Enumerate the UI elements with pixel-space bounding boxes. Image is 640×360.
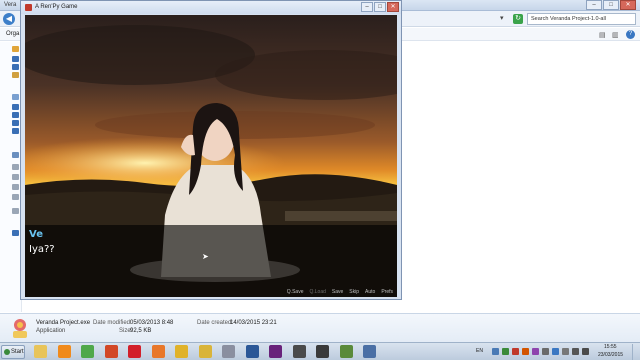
- app3-tray-icon[interactable]: [542, 348, 549, 355]
- drive-c-icon[interactable]: [12, 164, 19, 170]
- update-tray-icon[interactable]: [512, 348, 519, 355]
- start-label: Start: [11, 349, 24, 355]
- preview-pane-icon[interactable]: ▥: [612, 31, 619, 39]
- battery-tray-icon[interactable]: [582, 348, 589, 355]
- quick-save-button[interactable]: Q.Save: [287, 289, 304, 295]
- navigation-pane: [0, 42, 22, 312]
- visual-studio-icon[interactable]: [269, 345, 282, 358]
- dialogue-box[interactable]: [25, 225, 397, 297]
- date-modified-value: 05/03/2013 8:48: [130, 320, 174, 326]
- auto-button[interactable]: Auto: [365, 289, 375, 295]
- clock-time[interactable]: 15:55: [604, 344, 617, 350]
- app-yellow-icon[interactable]: [198, 345, 212, 358]
- app-tray-icon[interactable]: [522, 348, 529, 355]
- videos-icon[interactable]: [12, 128, 19, 134]
- flag-tray-icon[interactable]: [562, 348, 569, 355]
- game-window-title: A Ren'Py Game: [35, 4, 78, 10]
- minimize-button[interactable]: –: [586, 0, 602, 10]
- chrome-icon[interactable]: [175, 345, 188, 358]
- explorer-window-controls: – □ ✕: [586, 0, 636, 11]
- game-maximize-button[interactable]: □: [374, 2, 386, 12]
- desktop-icon[interactable]: [12, 56, 19, 62]
- network-tray-icon[interactable]: [492, 348, 499, 355]
- media-player-icon[interactable]: [57, 345, 71, 358]
- drive-d-icon[interactable]: [12, 174, 19, 180]
- opera-icon[interactable]: [128, 345, 141, 358]
- date-created-label: Date created:: [197, 320, 234, 326]
- speaker-name: Ve: [29, 229, 43, 240]
- game-titlebar[interactable]: A Ren'Py Game – □ ✕: [21, 1, 401, 14]
- prefs-button[interactable]: Prefs: [381, 289, 393, 295]
- volume-tray-icon[interactable]: [572, 348, 579, 355]
- app2-tray-icon[interactable]: [532, 348, 539, 355]
- app4-tray-icon[interactable]: [552, 348, 559, 355]
- details-pane: Veranda Project.exe Application Date mod…: [0, 313, 640, 342]
- explorer-title: Vera: [4, 2, 17, 8]
- clock-date[interactable]: 23/03/2015: [598, 352, 623, 358]
- quick-menu: Q.Save Q.Load Save Skip Auto Prefs: [287, 289, 393, 295]
- help-icon[interactable]: ?: [626, 30, 635, 39]
- app-blue-icon[interactable]: [363, 345, 376, 358]
- language-indicator[interactable]: EN: [476, 348, 483, 354]
- downloads-icon[interactable]: [12, 64, 19, 70]
- taskbar: Start EN 15:55 23/03/2015: [0, 342, 640, 360]
- music-icon[interactable]: [12, 112, 19, 118]
- save-button[interactable]: Save: [332, 289, 343, 295]
- drive-f-icon[interactable]: [12, 194, 19, 200]
- app-green-icon[interactable]: [339, 345, 353, 358]
- network-icon[interactable]: [12, 230, 19, 236]
- pictures-icon[interactable]: [12, 120, 19, 126]
- firefox-icon[interactable]: [151, 345, 165, 358]
- computer-icon[interactable]: [12, 152, 19, 158]
- game-close-button[interactable]: ✕: [387, 2, 399, 12]
- skip-button[interactable]: Skip: [349, 289, 359, 295]
- app-dark-icon[interactable]: [316, 345, 329, 358]
- game-minimize-button[interactable]: –: [361, 2, 373, 12]
- maximize-button[interactable]: □: [603, 0, 619, 10]
- game-viewport[interactable]: Ve Iya?? ➤ Q.Save Q.Load Save Skip Auto …: [25, 15, 397, 297]
- renpy-app-icon: [25, 4, 32, 11]
- dialogue-text: Iya??: [29, 244, 55, 255]
- show-desktop-button[interactable]: [632, 344, 639, 360]
- chevron-down-icon[interactable]: ▾: [500, 14, 504, 22]
- game-window: A Ren'Py Game – □ ✕ Ve Iya?? ➤ Q.Save Q.…: [20, 0, 402, 300]
- size-value: 92,5 KB: [130, 328, 152, 334]
- file-type: Application: [36, 328, 66, 334]
- utorrent-icon[interactable]: [81, 345, 94, 358]
- word-icon[interactable]: [245, 345, 259, 358]
- view-options-icon[interactable]: ▤: [599, 31, 606, 39]
- game-window-controls: – □ ✕: [361, 2, 399, 12]
- quick-load-button[interactable]: Q.Load: [309, 289, 325, 295]
- file-explorer-icon[interactable]: [34, 345, 47, 358]
- close-button[interactable]: ✕: [620, 0, 636, 10]
- date-created-value: 14/03/2015 23:21: [230, 320, 277, 326]
- start-button[interactable]: Start: [1, 345, 25, 359]
- favorites-star-icon[interactable]: [12, 46, 19, 52]
- drive-e-icon[interactable]: [12, 184, 19, 190]
- back-arrow-icon[interactable]: ◀: [3, 13, 15, 25]
- mouse-cursor-icon: ➤: [202, 252, 209, 261]
- documents-icon[interactable]: [12, 104, 19, 110]
- application-file-icon: [13, 319, 27, 338]
- libraries-icon[interactable]: [12, 94, 19, 100]
- app-gray-icon[interactable]: [222, 345, 235, 358]
- app-film-icon[interactable]: [292, 345, 306, 358]
- windows-logo-icon: [4, 349, 10, 355]
- drive-g-icon[interactable]: [12, 208, 19, 214]
- security-tray-icon[interactable]: [502, 348, 509, 355]
- powerpoint-icon[interactable]: [104, 345, 118, 358]
- recent-places-icon[interactable]: [12, 72, 19, 78]
- file-name: Veranda Project.exe: [36, 320, 91, 326]
- search-input[interactable]: Search Veranda Project-1.0-all: [527, 13, 636, 25]
- date-modified-label: Date modified:: [93, 320, 132, 326]
- organize-button[interactable]: Orga: [6, 31, 19, 37]
- refresh-icon[interactable]: ↻: [513, 14, 523, 24]
